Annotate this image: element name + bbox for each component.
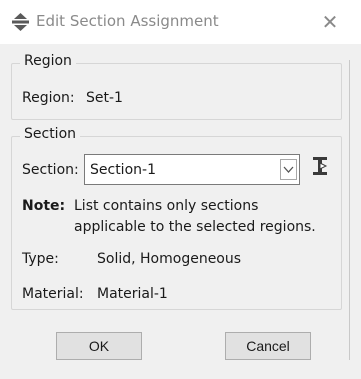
section-group-title: Section [20, 126, 81, 142]
material-value: Material-1 [97, 286, 168, 302]
cancel-button[interactable]: Cancel [225, 332, 311, 360]
material-label: Material: [22, 286, 84, 302]
create-section-icon[interactable] [311, 156, 329, 178]
region-value: Set-1 [86, 90, 123, 106]
title-bar: Edit Section Assignment ✕ [0, 0, 361, 44]
close-icon[interactable]: ✕ [316, 9, 344, 35]
section-label: Section: [22, 162, 79, 178]
region-label: Region: [22, 90, 75, 106]
edit-section-assignment-icon [12, 13, 29, 31]
type-label: Type: [22, 251, 59, 267]
note-label: Note: [22, 198, 66, 214]
dialog-edge-line [349, 60, 350, 360]
ok-button[interactable]: OK [56, 332, 142, 360]
type-value: Solid, Homogeneous [97, 251, 242, 267]
section-select[interactable]: Section-1 [84, 154, 300, 185]
section-select-value: Section-1 [90, 162, 156, 178]
edit-section-assignment-dialog: Edit Section Assignment ✕ Region Region:… [0, 0, 361, 379]
note-text-line1: List contains only sections [74, 198, 259, 214]
chevron-down-icon[interactable] [280, 159, 297, 180]
region-group-title: Region [20, 53, 76, 69]
window-title: Edit Section Assignment [36, 12, 219, 30]
note-text-line2: applicable to the selected regions. [74, 219, 316, 235]
